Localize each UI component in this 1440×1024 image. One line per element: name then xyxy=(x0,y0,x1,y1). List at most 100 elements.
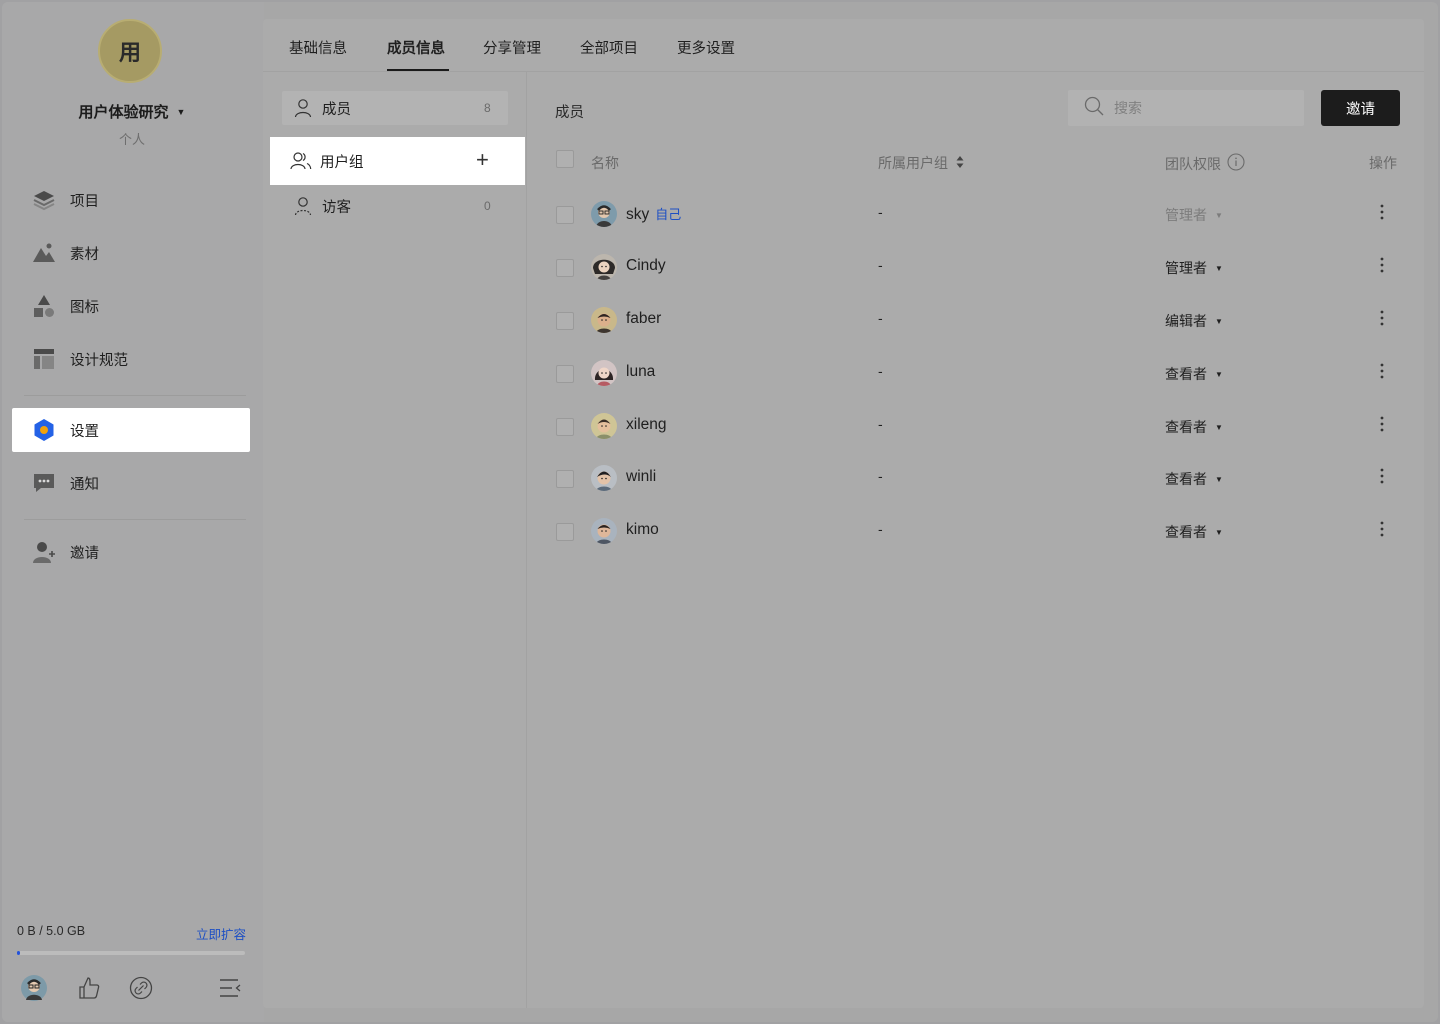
avatar xyxy=(591,254,617,280)
subnav-item-user-groups[interactable]: 用户组 + xyxy=(270,137,525,185)
member-name: winli xyxy=(626,468,657,485)
upgrade-storage-link[interactable]: 立即扩容 xyxy=(196,924,246,943)
sidebar-item-label: 素材 xyxy=(70,246,99,263)
sidebar-item-label: 项目 xyxy=(70,193,99,210)
tab-basic-info[interactable]: 基础信息 xyxy=(289,37,347,58)
caret-down-icon: ▼ xyxy=(1215,210,1223,220)
row-checkbox[interactable] xyxy=(556,365,574,383)
table-row[interactable]: luna - 查看者 ▼ xyxy=(527,354,1424,394)
sidebar-item-invite[interactable]: 邀请 xyxy=(12,530,250,574)
role-select[interactable]: 管理者 ▼ xyxy=(1165,258,1223,278)
table-row[interactable]: kimo - 查看者 ▼ xyxy=(527,512,1424,552)
sidebar-item-label: 通知 xyxy=(70,476,99,493)
table-row[interactable]: faber - 编辑者 ▼ xyxy=(527,301,1424,341)
member-group: - xyxy=(878,363,883,379)
workspace-avatar[interactable]: 用 xyxy=(98,19,162,83)
storage-progress-fill xyxy=(17,951,21,955)
column-header-group[interactable]: 所属用户组 xyxy=(878,153,964,173)
more-actions-button[interactable] xyxy=(1375,252,1389,278)
caret-down-icon: ▼ xyxy=(1215,263,1223,273)
subnav-item-guests[interactable]: 访客 0 xyxy=(282,189,508,223)
sort-icon[interactable] xyxy=(956,155,964,172)
add-user-icon xyxy=(32,540,56,564)
subnav-item-members[interactable]: 成员 8 xyxy=(282,91,508,125)
workspace-type: 个人 xyxy=(118,132,145,147)
sidebar-item-settings[interactable]: 设置 xyxy=(12,408,250,452)
column-header-actions: 操作 xyxy=(1369,155,1397,171)
sidebar-item-label: 邀请 xyxy=(70,545,99,562)
avatar xyxy=(591,201,617,227)
row-checkbox[interactable] xyxy=(556,470,574,488)
user-icon xyxy=(292,97,314,119)
sidebar-item-design-spec[interactable]: 设计规范 xyxy=(12,337,250,381)
members-content: 成员 邀请 名称 所属用户组 团队权限 xyxy=(527,72,1424,1008)
role-select[interactable]: 查看者 ▼ xyxy=(1165,364,1223,384)
workspace-switcher[interactable]: 用户体验研究 ▼ xyxy=(2,101,262,122)
role-select[interactable]: 查看者 ▼ xyxy=(1165,417,1223,437)
sidebar-divider xyxy=(24,395,246,396)
member-group: - xyxy=(878,416,883,432)
table-row[interactable]: Cindy - 管理者 ▼ xyxy=(527,248,1424,288)
row-checkbox[interactable] xyxy=(556,312,574,330)
subnav-label: 成员 xyxy=(322,101,351,118)
member-subnav: 成员 8 用户组 + 访客 0 xyxy=(263,72,527,1008)
users-icon xyxy=(290,150,312,172)
column-header-permission: 团队权限 xyxy=(1165,153,1245,174)
tab-more-settings[interactable]: 更多设置 xyxy=(677,37,735,58)
column-header-label: 所属用户组 xyxy=(878,155,948,171)
link-icon[interactable] xyxy=(127,974,155,1002)
table-row[interactable]: winli - 查看者 ▼ xyxy=(527,459,1424,499)
caret-down-icon: ▼ xyxy=(1215,422,1223,432)
column-header-label: 团队权限 xyxy=(1165,155,1221,172)
more-actions-button[interactable] xyxy=(1375,358,1389,384)
tab-member-info[interactable]: 成员信息 xyxy=(387,37,445,58)
more-actions-button[interactable] xyxy=(1375,516,1389,542)
sidebar: 用 用户体验研究 ▼ 个人 项目 素材 图标 设计规范 设置 通知 邀请 0 B… xyxy=(2,2,264,1022)
info-icon[interactable] xyxy=(1227,153,1245,174)
sidebar-footer xyxy=(2,974,264,1006)
sidebar-item-notifications[interactable]: 通知 xyxy=(12,461,250,505)
collapse-sidebar-icon[interactable] xyxy=(216,974,244,1002)
member-name: kimo xyxy=(626,521,659,538)
row-checkbox[interactable] xyxy=(556,523,574,541)
row-checkbox[interactable] xyxy=(556,206,574,224)
member-search[interactable] xyxy=(1068,90,1304,126)
workspace-name: 用户体验研究 xyxy=(78,104,169,121)
sidebar-item-label: 设置 xyxy=(70,423,99,440)
more-actions-button[interactable] xyxy=(1375,305,1389,331)
sidebar-item-label: 设计规范 xyxy=(70,352,128,369)
sidebar-item-icons[interactable]: 图标 xyxy=(12,284,250,328)
main-panel: 基础信息 成员信息 分享管理 全部项目 更多设置 成员 8 用户组 + 访客 0… xyxy=(263,19,1424,1008)
avatar xyxy=(591,360,617,386)
search-input[interactable] xyxy=(1112,99,1286,117)
user-avatar[interactable] xyxy=(20,974,48,1002)
more-actions-button[interactable] xyxy=(1375,411,1389,437)
active-tab-indicator xyxy=(387,69,449,71)
storage-progress xyxy=(17,951,245,955)
caret-down-icon: ▼ xyxy=(176,107,186,117)
select-all-checkbox[interactable] xyxy=(556,150,574,168)
role-select[interactable]: 编辑者 ▼ xyxy=(1165,311,1223,331)
image-icon xyxy=(32,241,56,265)
invite-button[interactable]: 邀请 xyxy=(1321,90,1400,126)
sidebar-divider xyxy=(24,519,246,520)
more-actions-button[interactable] xyxy=(1375,199,1389,225)
subnav-label: 用户组 xyxy=(320,154,364,171)
role-select[interactable]: 查看者 ▼ xyxy=(1165,469,1223,489)
row-checkbox[interactable] xyxy=(556,259,574,277)
layers-icon xyxy=(32,188,56,212)
row-checkbox[interactable] xyxy=(556,418,574,436)
role-select[interactable]: 查看者 ▼ xyxy=(1165,522,1223,542)
sidebar-item-assets[interactable]: 素材 xyxy=(12,231,250,275)
add-group-button[interactable]: + xyxy=(476,147,489,173)
table-row[interactable]: sky 自己 - 管理者 ▼ xyxy=(527,195,1424,235)
tab-share-management[interactable]: 分享管理 xyxy=(483,37,541,58)
caret-down-icon: ▼ xyxy=(1215,316,1223,326)
table-row[interactable]: xileng - 查看者 ▼ xyxy=(527,407,1424,447)
chat-icon xyxy=(32,471,56,495)
sidebar-item-projects[interactable]: 项目 xyxy=(12,178,250,222)
guest-icon xyxy=(292,195,314,217)
thumbs-up-icon[interactable] xyxy=(75,974,103,1002)
tab-all-projects[interactable]: 全部项目 xyxy=(580,37,638,58)
more-actions-button[interactable] xyxy=(1375,463,1389,489)
